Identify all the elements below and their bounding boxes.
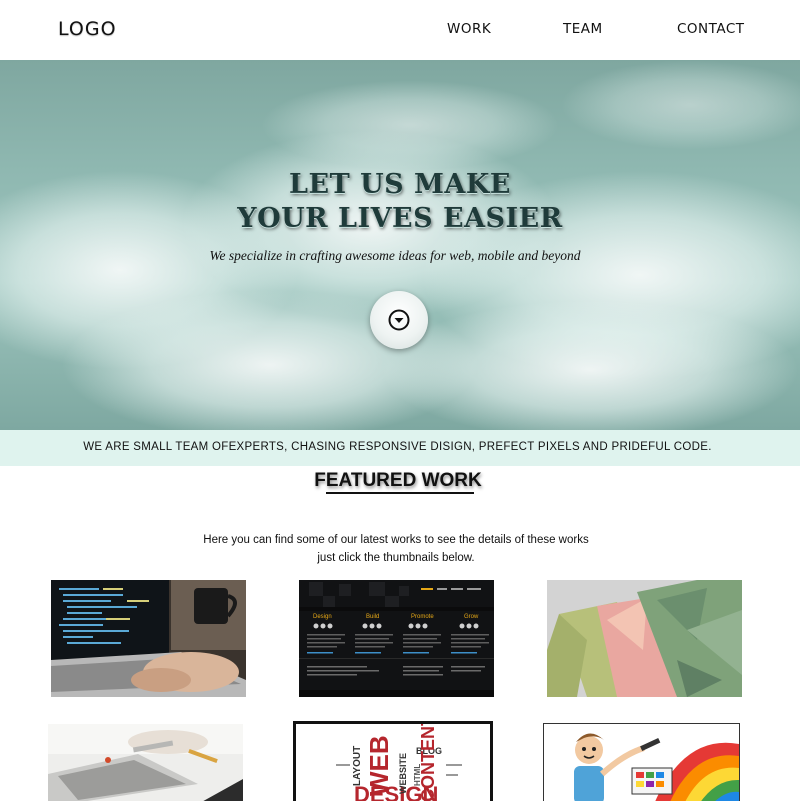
word-layout: LAYOUT xyxy=(352,746,363,786)
hero-subtitle: We specialize in crafting awesome ideas … xyxy=(209,248,581,263)
nav-work-link[interactable]: WORK xyxy=(447,21,491,37)
featured-title: FEATURED WORK xyxy=(314,470,482,491)
work-thumbnail-polygon-cards[interactable] xyxy=(547,580,742,697)
logo[interactable]: LOGO xyxy=(58,18,117,40)
tagline-band: WE ARE SMALL TEAM OFEXPERTS, CHASING RES… xyxy=(0,430,800,466)
hero-banner: LET US MAKE YOUR LIVES EASIER We special… xyxy=(0,60,800,430)
word-content: CONTENT xyxy=(418,724,438,801)
col-build-label: Build xyxy=(366,614,379,620)
word-html: HTML xyxy=(413,764,422,786)
word-website: WEBSITE xyxy=(398,753,408,794)
site-header: LOGO WORK TEAM CONTACT xyxy=(0,0,800,60)
hero-title: LET US MAKE YOUR LIVES EASIER xyxy=(0,168,800,236)
col-promote-label: Promote xyxy=(411,614,434,620)
web-design-wordcloud-image: WEB DESIGN LAYOUT WEBSITE BLOG CONTENT H… xyxy=(296,724,490,801)
dark-website-image: Design Build Promote Grow xyxy=(299,580,494,697)
work-thumbnail-desk[interactable] xyxy=(48,724,243,801)
featured-desc-line2: just click the thumbnails below. xyxy=(317,552,475,564)
tagline-text: WE ARE SMALL TEAM OFEXPERTS, CHASING RES… xyxy=(83,441,712,453)
work-thumbnail-cartoon[interactable] xyxy=(543,723,740,801)
work-thumbnail-laptop[interactable] xyxy=(51,580,246,697)
hero-title-line1: LET US MAKE xyxy=(289,169,511,200)
work-thumbnail-wordcloud[interactable]: WEB DESIGN LAYOUT WEBSITE BLOG CONTENT H… xyxy=(293,721,493,801)
col-design-label: Design xyxy=(313,614,332,620)
featured-description: Here you can find some of our latest wor… xyxy=(0,531,792,567)
hero-title-line2: YOUR LIVES EASIER xyxy=(237,203,563,234)
chevron-down-circle-icon xyxy=(388,309,410,331)
featured-desc-line1: Here you can find some of our latest wor… xyxy=(203,534,589,546)
col-grow-label: Grow xyxy=(464,614,479,620)
desk-laptop-image xyxy=(48,724,243,801)
laptop-coding-image xyxy=(51,580,246,697)
polygon-cards-image xyxy=(547,580,742,697)
scroll-down-button[interactable] xyxy=(370,291,428,349)
nav-contact-link[interactable]: CONTACT xyxy=(677,21,745,37)
cartoon-designer-image xyxy=(544,724,739,801)
work-thumbnail-website[interactable]: Design Build Promote Grow xyxy=(299,580,494,697)
featured-underline xyxy=(326,492,474,494)
nav-team-link[interactable]: TEAM xyxy=(563,21,603,37)
